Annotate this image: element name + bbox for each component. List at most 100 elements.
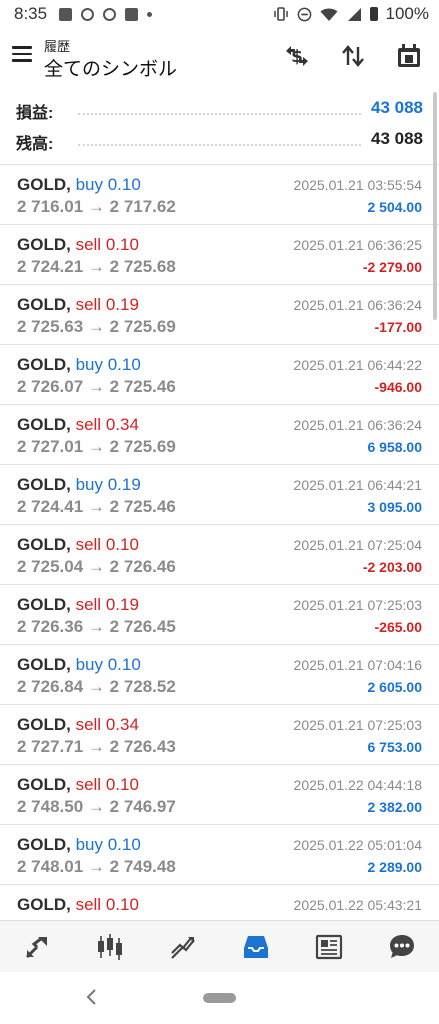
trade-row[interactable]: GOLD, buy 0.10 2 748.01 → 2 749.48 2025.01… — [0, 825, 439, 885]
trade-profit: 2 382.00 — [367, 799, 423, 815]
trade-type: sell — [75, 715, 102, 734]
open-price: 2 716.01 — [17, 197, 84, 216]
separator: , — [66, 775, 76, 794]
notification-icons — [59, 7, 153, 21]
chat-icon[interactable] — [381, 926, 423, 968]
trade-symbol: GOLD — [17, 655, 67, 674]
trade-time: 2025.01.21 07:25:03 — [293, 597, 422, 613]
calendar-icon[interactable] — [393, 40, 425, 72]
trade-volume: 0.19 — [105, 595, 139, 614]
trade-symbol-line: GOLD, sell 0.19 — [17, 295, 139, 315]
trade-volume: 0.10 — [105, 775, 139, 794]
more-notifications-icon — [147, 11, 153, 17]
trade-volume: 0.10 — [107, 835, 141, 854]
trade-profit: -177.00 — [374, 319, 422, 335]
separator: , — [66, 715, 76, 734]
trade-type: sell — [75, 235, 102, 254]
arrow-right-icon: → — [83, 437, 110, 456]
trade-symbol-line: GOLD, sell 0.10 — [17, 535, 139, 555]
trade-prices: 2 726.84 → 2 728.52 — [17, 677, 176, 697]
system-icons: 100% — [273, 0, 429, 28]
trade-time: 2025.01.21 06:44:22 — [293, 357, 422, 373]
trade-type: sell — [75, 295, 102, 314]
close-price: 2 725.69 — [109, 317, 176, 336]
trade-symbol-line: GOLD, buy 0.19 — [17, 475, 141, 495]
trade-symbol: GOLD — [17, 235, 67, 254]
trade-symbol-line: GOLD, buy 0.10 — [17, 175, 141, 195]
menu-icon[interactable] — [12, 46, 32, 62]
trade-symbol-line: GOLD, sell 0.10 — [17, 775, 139, 795]
trade-history-list[interactable]: GOLD, buy 0.10 2 716.01 → 2 717.62 2025.01… — [0, 165, 439, 920]
trade-symbol: GOLD — [17, 715, 67, 734]
trade-symbol-line: GOLD, buy 0.10 — [17, 835, 141, 855]
open-price: 2 727.71 — [17, 737, 84, 756]
trade-row[interactable]: GOLD, sell 0.19 2 725.63 → 2 725.69 2025.0… — [0, 285, 439, 345]
separator: , — [66, 415, 76, 434]
trade-type: sell — [75, 895, 102, 914]
scrollbar[interactable] — [433, 92, 437, 320]
open-price: 2 724.41 — [17, 497, 84, 516]
trade-icon[interactable] — [162, 926, 204, 968]
currency-exchange-icon[interactable]: $ — [281, 40, 313, 72]
close-price: 2 717.62 — [109, 197, 176, 216]
trade-row[interactable]: GOLD, buy 0.10 2 726.07 → 2 725.46 2025.01… — [0, 345, 439, 405]
trade-type: sell — [75, 535, 102, 554]
trade-symbol: GOLD — [17, 595, 67, 614]
trade-time: 2025.01.22 04:44:18 — [293, 777, 422, 793]
trade-time: 2025.01.21 03:55:54 — [293, 177, 422, 193]
trade-row[interactable]: GOLD, buy 0.10 2 716.01 → 2 717.62 2025.01… — [0, 165, 439, 225]
open-price: 2 727.01 — [17, 437, 84, 456]
trade-volume: 0.10 — [105, 235, 139, 254]
trade-symbol: GOLD — [17, 355, 67, 374]
vibrate-icon — [273, 7, 288, 21]
open-price: 2 748.50 — [17, 797, 84, 816]
trade-symbol: GOLD — [17, 535, 67, 554]
chart-icon[interactable] — [89, 926, 131, 968]
arrow-right-icon: → — [83, 257, 110, 276]
trade-profit: -946.00 — [374, 379, 422, 395]
page-title[interactable]: 全てのシンボル — [44, 54, 177, 81]
trade-volume: 0.34 — [105, 415, 139, 434]
trade-row[interactable]: GOLD, sell 0.19 2 726.36 → 2 726.45 2025.0… — [0, 585, 439, 645]
home-pill[interactable] — [203, 993, 236, 1003]
trade-type: buy — [75, 835, 103, 854]
arrow-right-icon: → — [83, 197, 110, 216]
back-icon[interactable] — [80, 985, 104, 1009]
trade-row[interactable]: GOLD, sell 0.10 2 725.04 → 2 726.46 2025.0… — [0, 525, 439, 585]
trade-time: 2025.01.21 06:36:25 — [293, 237, 422, 253]
separator: , — [66, 175, 76, 194]
sort-icon[interactable] — [337, 40, 369, 72]
separator: , — [66, 595, 76, 614]
trade-symbol: GOLD — [17, 415, 67, 434]
quotes-icon[interactable] — [16, 926, 58, 968]
trade-row[interactable]: GOLD, sell 0.34 2 727.71 → 2 726.43 2025.0… — [0, 705, 439, 765]
bottom-navigation — [0, 920, 439, 973]
trade-symbol: GOLD — [17, 835, 67, 854]
trade-row[interactable]: GOLD, sell 0.102 749.50 → 2 749.622025.0… — [0, 885, 439, 920]
arrow-right-icon: → — [83, 737, 110, 756]
trade-symbol-line: GOLD, sell 0.34 — [17, 715, 139, 735]
trade-symbol: GOLD — [17, 895, 67, 914]
summary-balance-row: 残高: 43 088 — [0, 125, 439, 155]
trade-row[interactable]: GOLD, sell 0.34 2 727.01 → 2 725.69 2025.0… — [0, 405, 439, 465]
news-icon[interactable] — [308, 926, 350, 968]
trade-row[interactable]: GOLD, sell 0.10 2 724.21 → 2 725.68 2025.0… — [0, 225, 439, 285]
open-price: 2 725.63 — [17, 317, 84, 336]
arrow-right-icon: → — [83, 857, 110, 876]
trade-row[interactable]: GOLD, buy 0.19 2 724.41 → 2 725.46 2025.01… — [0, 465, 439, 525]
separator: , — [66, 475, 76, 494]
trade-profit: 2 289.00 — [367, 859, 423, 875]
close-price: 2 725.46 — [109, 377, 176, 396]
dotted-leader — [78, 113, 361, 115]
trade-prices: 2 716.01 → 2 717.62 — [17, 197, 176, 217]
trade-volume: 0.19 — [107, 475, 141, 494]
trade-symbol: GOLD — [17, 475, 67, 494]
balance-value: 43 088 — [371, 129, 423, 148]
close-price: 2 725.46 — [109, 497, 176, 516]
trade-row[interactable]: GOLD, buy 0.10 2 726.84 → 2 728.52 2025.01… — [0, 645, 439, 705]
trade-prices: 2 726.36 → 2 726.45 — [17, 617, 176, 637]
trade-volume: 0.10 — [107, 175, 141, 194]
trade-type: sell — [75, 775, 102, 794]
history-icon[interactable] — [235, 926, 277, 968]
trade-row[interactable]: GOLD, sell 0.10 2 748.50 → 2 746.97 2025.0… — [0, 765, 439, 825]
